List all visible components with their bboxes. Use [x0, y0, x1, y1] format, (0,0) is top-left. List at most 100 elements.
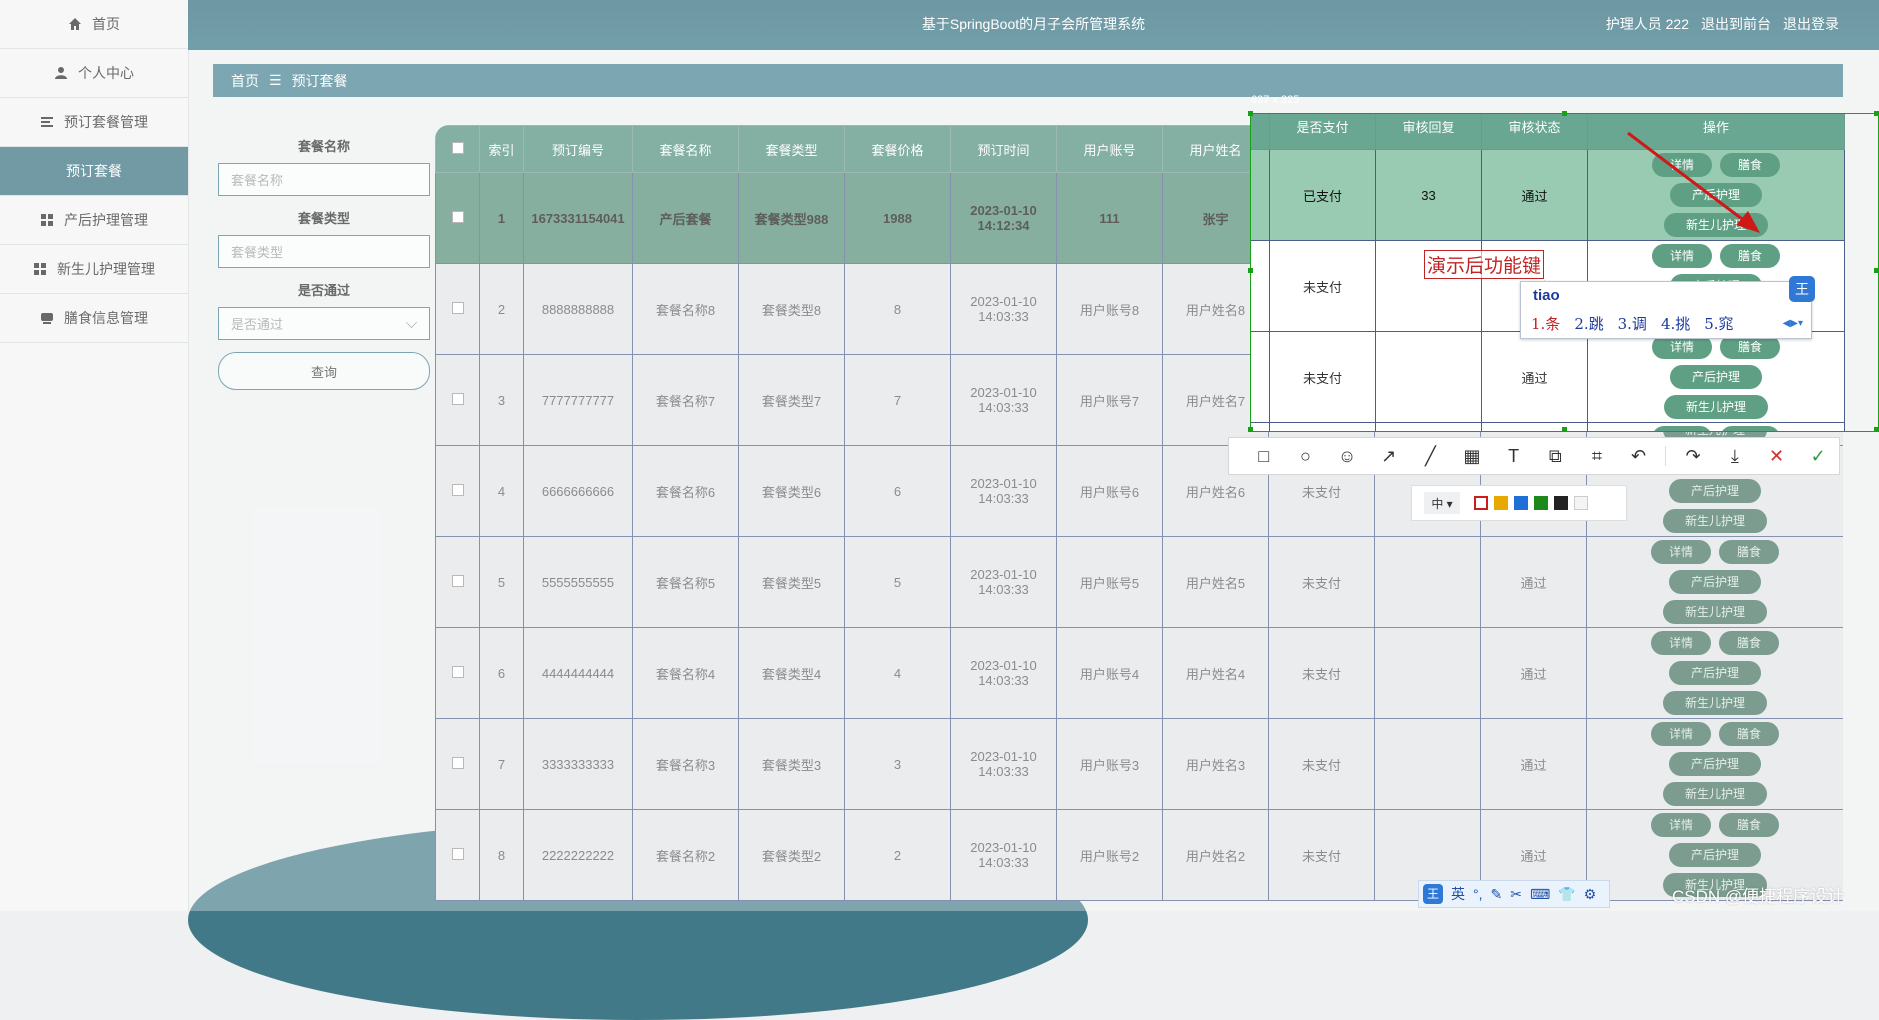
resize-handle[interactable] [1562, 111, 1567, 116]
meal-button[interactable]: 膳食 [1720, 426, 1781, 431]
row-checkbox[interactable] [451, 210, 464, 223]
sidebar-item-profile[interactable]: 个人中心 [0, 49, 188, 98]
newborn-care-button[interactable]: 新生儿护理 [1663, 395, 1768, 419]
row-checkbox[interactable] [451, 574, 464, 587]
select-all-header[interactable] [435, 125, 480, 173]
meal-button[interactable]: 膳食 [1719, 722, 1780, 746]
ellipse-tool-icon[interactable]: ○ [1285, 437, 1327, 475]
resize-handle[interactable] [1248, 427, 1253, 432]
detail-button[interactable]: 详情 [1650, 540, 1711, 564]
row-select-cell[interactable] [435, 536, 480, 628]
resize-handle[interactable] [1248, 111, 1253, 116]
pass-status-select[interactable]: 是否通过 [218, 307, 430, 340]
row-select-cell[interactable] [435, 263, 480, 355]
ime-page-nav-icon[interactable]: ◀▶▾ [1783, 318, 1803, 329]
breadcrumb-home[interactable]: 首页 [231, 71, 259, 91]
pen-icon[interactable]: ✎ [1491, 886, 1503, 903]
color-swatch-green[interactable] [1534, 496, 1548, 510]
font-size-select[interactable]: 中 ▾ [1424, 492, 1460, 514]
row-select-cell[interactable] [435, 354, 480, 446]
download-icon[interactable]: ⤓ [1714, 437, 1756, 475]
resize-handle[interactable] [1248, 268, 1253, 273]
sidebar-item-package-booking[interactable]: 预订套餐 [0, 147, 188, 196]
row-checkbox[interactable] [451, 665, 464, 678]
punctuation-icon[interactable]: °, [1473, 886, 1483, 902]
package-type-input[interactable]: 套餐类型 [218, 235, 430, 268]
postpartum-care-button[interactable]: 产后护理 [1668, 570, 1761, 594]
ime-mode-indicator[interactable]: 英 [1451, 884, 1465, 904]
ime-candidate[interactable]: 4.挑 [1661, 313, 1690, 334]
detail-button[interactable]: 详情 [1650, 722, 1711, 746]
table-row[interactable]: 37777777777套餐名称7套餐类型772023-01-10 14:03:3… [1251, 331, 1845, 423]
table-row[interactable]: 5 5555555555 套餐名称5 套餐类型5 5 2023-01-10 14:03:3… [435, 536, 1843, 628]
table-row[interactable]: 8 2222222222 套餐名称2 套餐类型2 2 2023-01-10 14:03:3… [435, 809, 1843, 901]
resize-handle[interactable] [1874, 427, 1879, 432]
color-swatch-black[interactable] [1554, 496, 1568, 510]
arrow-tool-icon[interactable]: ↗ [1368, 437, 1410, 475]
row-checkbox[interactable] [451, 392, 464, 405]
meal-button[interactable]: 膳食 [1720, 244, 1781, 268]
row-select-cell[interactable] [435, 172, 480, 264]
resize-handle[interactable] [1874, 268, 1879, 273]
detail-button[interactable]: 详情 [1650, 813, 1711, 837]
newborn-care-button[interactable]: 新生儿护理 [1662, 509, 1767, 533]
meal-button[interactable]: 膳食 [1719, 813, 1780, 837]
newborn-care-button[interactable]: 新生儿护理 [1662, 600, 1767, 624]
row-checkbox[interactable] [451, 847, 464, 860]
text-tool-icon[interactable]: T [1493, 437, 1535, 475]
row-select-cell[interactable] [435, 627, 480, 719]
table-row[interactable]: 46666666666套餐名称6套餐类型662023-01-10 14:03:3… [1251, 422, 1845, 431]
table-row[interactable]: 7 3333333333 套餐名称3 套餐类型3 3 2023-01-10 14:03:3… [435, 718, 1843, 810]
table-row[interactable]: 6 4444444444 套餐名称4 套餐类型4 4 2023-01-10 14:03:3… [435, 627, 1843, 719]
emoji-tool-icon[interactable]: ☺ [1326, 437, 1368, 475]
meal-button[interactable]: 膳食 [1719, 540, 1780, 564]
resize-handle[interactable] [1562, 427, 1567, 432]
scissors-icon[interactable]: ✂ [1510, 886, 1522, 903]
sidebar-item-postpartum-care[interactable]: 产后护理管理 [0, 196, 188, 245]
annotation-text-box[interactable]: 演示后功能键 [1424, 250, 1545, 279]
row-select-cell[interactable] [435, 718, 480, 810]
logout-link[interactable]: 退出登录 [1783, 14, 1839, 34]
shirt-icon[interactable]: 👕 [1558, 886, 1575, 903]
row-checkbox[interactable] [451, 483, 464, 496]
front-link[interactable]: 退出到前台 [1701, 14, 1771, 34]
package-name-input[interactable]: 套餐名称 [218, 163, 430, 196]
color-swatch-red[interactable] [1474, 496, 1488, 510]
row-checkbox[interactable] [451, 301, 464, 314]
postpartum-care-button[interactable]: 产后护理 [1668, 479, 1761, 503]
sidebar-item-home[interactable]: 首页 [0, 0, 188, 49]
mosaic-tool-icon[interactable]: ▦ [1451, 437, 1493, 475]
resize-handle[interactable] [1874, 111, 1879, 116]
query-button[interactable]: 查询 [218, 352, 430, 390]
meal-button[interactable]: 膳食 [1719, 631, 1780, 655]
postpartum-care-button[interactable]: 产后护理 [1668, 843, 1761, 867]
postpartum-care-button[interactable]: 产后护理 [1668, 752, 1761, 776]
newborn-care-button[interactable]: 新生儿护理 [1662, 782, 1767, 806]
newborn-care-button[interactable]: 新生儿护理 [1662, 691, 1767, 715]
cancel-icon[interactable]: ✕ [1756, 437, 1798, 475]
ime-candidate[interactable]: 1.条 [1531, 313, 1560, 334]
pin-tool-icon[interactable]: ⧉ [1534, 437, 1576, 475]
ocr-tool-icon[interactable]: ⌗ [1576, 437, 1618, 475]
postpartum-care-button[interactable]: 产后护理 [1669, 365, 1762, 389]
sidebar-item-package-management[interactable]: 预订套餐管理 [0, 98, 188, 147]
undo-icon[interactable]: ↶ [1618, 437, 1660, 475]
select-all-checkbox[interactable] [451, 141, 464, 154]
sidebar-item-newborn-care[interactable]: 新生儿护理管理 [0, 245, 188, 294]
color-swatch-white[interactable] [1574, 496, 1588, 510]
row-select-cell[interactable] [435, 809, 480, 901]
line-tool-icon[interactable]: ╱ [1410, 437, 1452, 475]
row-checkbox[interactable] [451, 756, 464, 769]
postpartum-care-button[interactable]: 产后护理 [1668, 661, 1761, 685]
color-swatch-blue[interactable] [1514, 496, 1528, 510]
rect-tool-icon[interactable]: □ [1243, 437, 1285, 475]
ime-candidate[interactable]: 3.调 [1618, 313, 1647, 334]
sidebar-item-meal-info[interactable]: 膳食信息管理 [0, 294, 188, 343]
share-icon[interactable]: ↷ [1672, 437, 1714, 475]
confirm-icon[interactable]: ✓ [1797, 437, 1839, 475]
detail-button[interactable]: 详情 [1651, 244, 1712, 268]
capture-region[interactable]: 索引预订编号套餐名称套餐类型套餐价格预订时间用户账号用户姓名是否支付审核回复审核… [1250, 113, 1879, 432]
gear-icon[interactable]: ⚙ [1584, 886, 1597, 903]
color-swatch-yellow[interactable] [1494, 496, 1508, 510]
keyboard-icon[interactable]: ⌨ [1530, 886, 1550, 903]
